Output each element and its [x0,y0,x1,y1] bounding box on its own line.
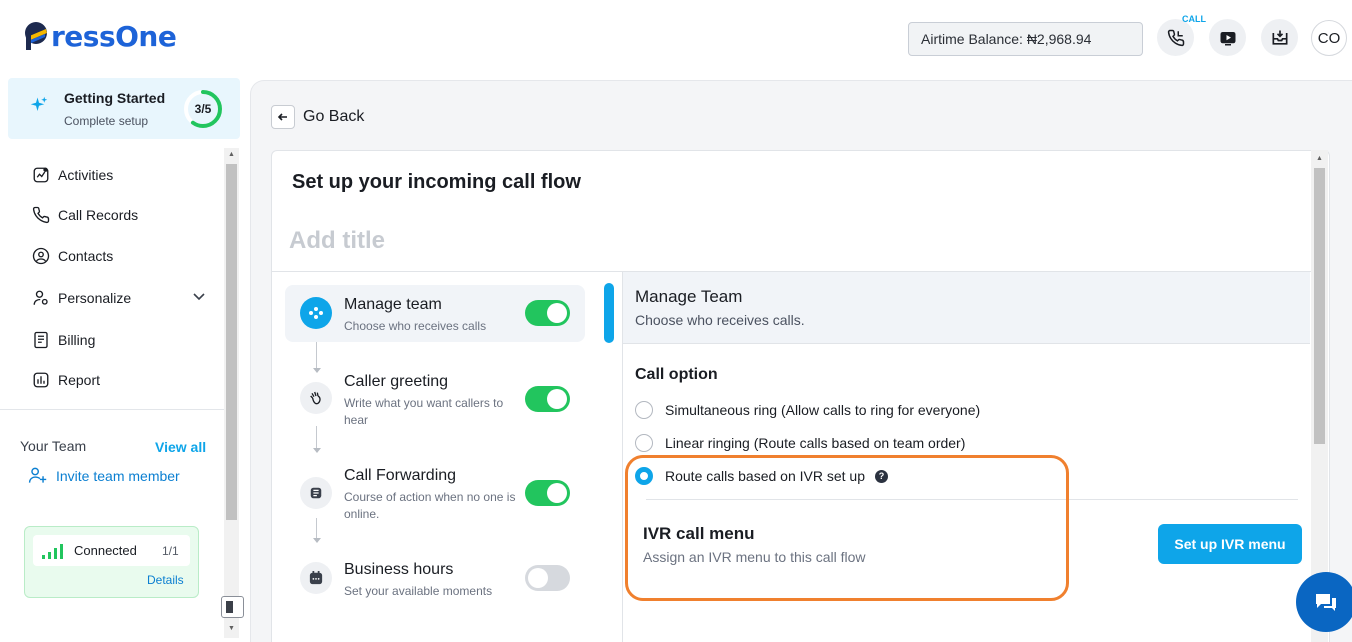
steps-scroll-indicator[interactable] [604,283,614,343]
airtime-balance[interactable]: Airtime Balance: ₦2,968.94 [908,22,1143,56]
arrow-left-icon [271,105,295,129]
step-manage-team[interactable]: Manage team Choose who receives calls [285,285,585,342]
sidebar-item-report[interactable]: Report [32,369,100,391]
step-title: Caller greeting [344,373,449,390]
team-icon [300,297,332,329]
step-caller-greeting[interactable]: Caller greeting Write what you want call… [285,372,585,430]
caller-greeting-toggle[interactable] [525,386,570,412]
setup-ivr-menu-button[interactable]: Set up IVR menu [1158,524,1302,564]
forward-icon [300,477,332,509]
step-business-hours[interactable]: Business hours Set your available moment… [285,560,585,610]
go-back-button[interactable]: Go Back [271,105,364,129]
step-desc: Course of action when no one is online. [344,490,516,521]
page-title: Set up your incoming call flow [292,171,581,193]
section-subtitle: Choose who receives calls. [635,312,805,328]
inbox-button[interactable] [1261,19,1298,56]
user-gear-icon [32,289,50,307]
setup-progress-text: 3/5 [194,102,212,116]
title-input[interactable]: Add title [289,227,385,255]
signal-bars-icon [42,544,63,559]
receipt-icon [32,331,50,349]
step-desc: Write what you want callers to hear [344,396,504,427]
live-chat-button[interactable] [1296,572,1352,632]
your-team-label: Your Team [20,438,87,454]
getting-started-subtitle: Complete setup [64,114,149,128]
step-call-forwarding[interactable]: Call Forwarding Course of action when no… [285,466,585,524]
user-avatar[interactable]: CO [1311,20,1347,56]
getting-started-title: Getting Started [64,90,166,106]
option-label: Simultaneous ring (Allow calls to ring f… [665,402,981,418]
step-title: Business hours [344,561,454,578]
invite-team-member-link[interactable]: Invite team member [28,466,180,485]
collapse-sidebar-button[interactable] [221,596,244,618]
option-label: Linear ringing (Route calls based on tea… [665,435,966,451]
logo-mark-icon [24,21,50,51]
scroll-up-arrow-icon[interactable]: ▲ [228,151,235,158]
call-option-label: Call option [635,366,718,383]
sidebar-item-personalize[interactable]: Personalize [32,287,131,309]
sidebar-scrollbar[interactable]: ▲ ▼ [224,148,239,638]
chat-icon [1316,594,1336,611]
section-title: Manage Team [635,287,743,306]
phone-icon [32,206,50,224]
sidebar-item-label: Report [58,372,101,388]
scroll-up-arrow-icon[interactable]: ▲ [1316,155,1323,162]
section-header [623,272,1310,344]
activity-icon [32,166,50,184]
sidebar-item-label: Contacts [58,248,114,264]
logo-text: ressOne [51,19,177,53]
sidebar-item-label: Personalize [58,290,132,306]
call-button[interactable] [1157,19,1194,56]
video-tutorial-button[interactable] [1209,19,1246,56]
go-back-label: Go Back [303,108,365,125]
add-user-icon [28,467,47,483]
connector-arrow-icon [313,448,321,453]
card-scroll-thumb[interactable] [1314,168,1325,444]
sidebar-divider [0,409,224,410]
calendar-icon [300,562,332,594]
sidebar-item-label: Call Records [58,207,139,223]
wave-hand-icon [300,382,332,414]
inbox-download-icon [1272,30,1287,45]
sidebar-item-call-records[interactable]: Call Records [32,204,138,226]
step-title: Call Forwarding [344,467,457,484]
connector-arrow-icon [313,538,321,543]
connection-details-link[interactable]: Details [147,573,184,587]
manage-team-toggle[interactable] [525,300,570,326]
chevron-down-icon[interactable] [192,291,206,303]
sparkle-icon [30,96,48,111]
card-scrollbar[interactable]: ▲ [1311,150,1328,642]
phone-icon [1167,29,1184,46]
highlight-annotation [625,455,1069,601]
business-hours-toggle[interactable] [525,565,570,591]
sidebar-item-label: Activities [58,167,114,183]
chart-icon [32,371,50,389]
pressone-logo[interactable]: ressOne [24,16,177,56]
sidebar-item-billing[interactable]: Billing [32,329,95,351]
step-desc: Choose who receives calls [344,319,487,333]
view-all-link[interactable]: View all [155,439,206,455]
sidebar-item-activities[interactable]: Activities [32,164,113,186]
sidebar-scroll-thumb[interactable] [226,164,237,520]
option-simultaneous-ring[interactable]: Simultaneous ring (Allow calls to ring f… [635,401,980,419]
step-title: Manage team [344,296,442,313]
step-desc: Set your available moments [344,584,493,598]
step-connector [316,518,317,540]
scroll-down-arrow-icon[interactable]: ▼ [228,625,235,632]
connection-label: Connected [74,543,137,558]
connection-status-row: Connected 1/1 [33,535,190,566]
video-icon [1220,31,1235,45]
call-forwarding-toggle[interactable] [525,480,570,506]
contact-icon [32,247,50,265]
radio-button[interactable] [635,434,653,452]
sidebar-item-label: Billing [58,332,96,348]
invite-label: Invite team member [56,467,180,484]
call-tag: CALL [1182,14,1206,24]
option-linear-ringing[interactable]: Linear ringing (Route calls based on tea… [635,434,965,452]
radio-button[interactable] [635,401,653,419]
connection-status-card: Connected 1/1 Details [24,526,199,598]
sidebar-item-contacts[interactable]: Contacts [32,245,113,267]
step-connector [316,342,317,368]
connection-count: 1/1 [162,544,179,558]
